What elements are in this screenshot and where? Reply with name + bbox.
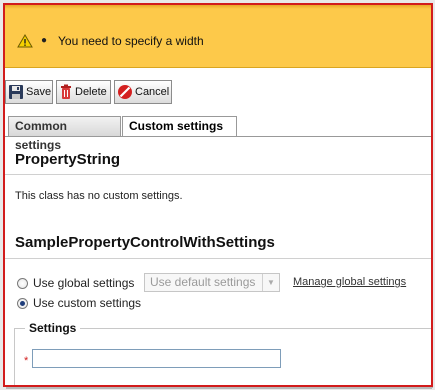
property-string-heading: PropertyString	[15, 151, 121, 168]
cancel-icon	[118, 85, 132, 99]
global-settings-select[interactable]: Use default settings ▼	[144, 273, 280, 292]
tab-custom-settings[interactable]: Custom settings	[122, 116, 237, 137]
use-custom-settings-label: Use custom settings	[33, 296, 142, 310]
delete-button-label: Delete	[75, 86, 107, 98]
global-settings-select-value: Use default settings	[150, 275, 256, 289]
cancel-button[interactable]: Cancel	[114, 80, 172, 104]
section-divider	[5, 174, 431, 175]
screenshot-frame: ● You need to specify a width Save Delet…	[3, 3, 433, 387]
warning-triangle-icon	[17, 34, 33, 48]
setting-value-input[interactable]	[32, 349, 281, 368]
required-marker: *	[24, 355, 29, 367]
use-global-settings-label: Use global settings	[33, 276, 135, 290]
tab-bar-divider	[5, 136, 431, 137]
use-custom-settings-option[interactable]: Use custom settings	[17, 295, 141, 311]
warning-banner: ● You need to specify a width	[5, 5, 431, 68]
sample-control-heading: SamplePropertyControlWithSettings	[15, 234, 275, 251]
no-custom-settings-text: This class has no custom settings.	[15, 190, 183, 202]
warning-message: You need to specify a width	[58, 34, 204, 48]
chevron-down-icon: ▼	[262, 274, 279, 291]
section-divider	[5, 258, 431, 259]
manage-global-settings-link[interactable]: Manage global settings	[293, 276, 406, 288]
tab-common-settings[interactable]: Common settings	[8, 116, 121, 152]
use-global-settings-radio[interactable]	[17, 277, 28, 289]
toolbar: Save Delete Cancel	[5, 80, 431, 106]
trash-can-icon	[61, 84, 71, 99]
cancel-button-label: Cancel	[135, 86, 170, 98]
use-custom-settings-radio[interactable]	[17, 297, 28, 309]
delete-button[interactable]: Delete	[56, 80, 111, 104]
use-global-settings-option[interactable]: Use global settings	[17, 275, 134, 291]
settings-tabs: Common settings Custom settings	[5, 116, 431, 152]
settings-legend: Settings	[25, 321, 81, 335]
floppy-disk-icon	[9, 85, 23, 99]
save-button-label: Save	[26, 86, 52, 98]
warning-banner-top-edge	[5, 5, 431, 9]
warning-bullet: ●	[41, 35, 48, 46]
save-button[interactable]: Save	[5, 80, 53, 104]
